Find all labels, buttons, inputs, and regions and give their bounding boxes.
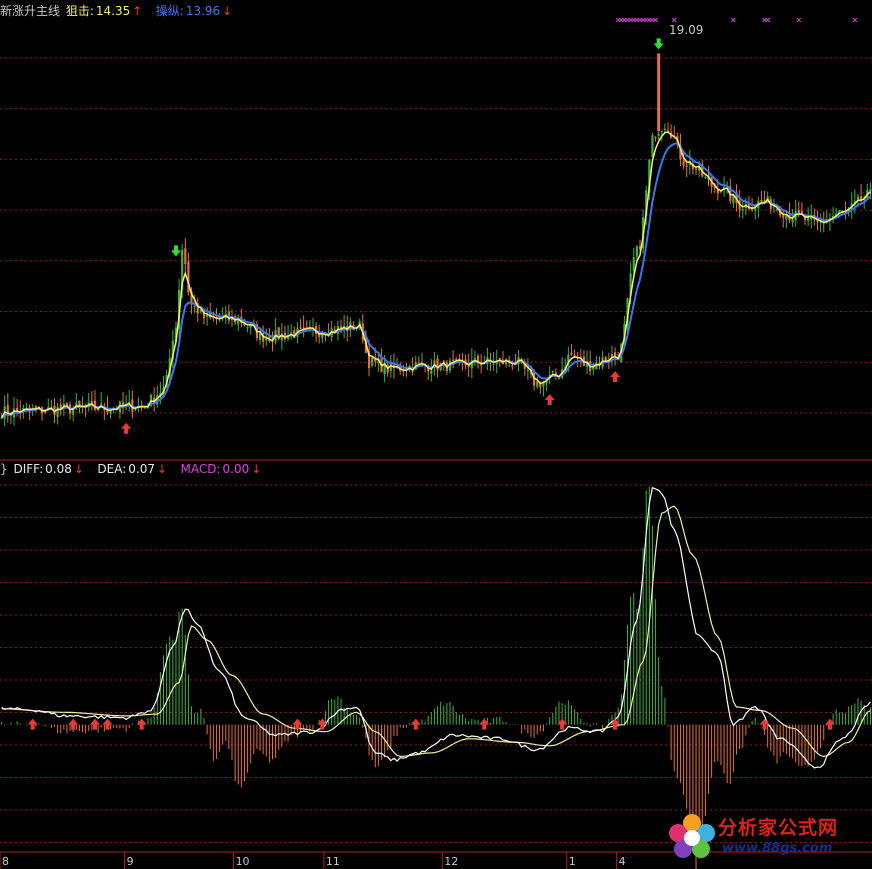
- price-candle-body: [819, 222, 822, 224]
- sell-signal-arrow: [653, 38, 664, 50]
- cross-marker: [852, 17, 858, 23]
- line1-label: 狙击:: [65, 4, 94, 18]
- price-candle-body: [704, 177, 707, 179]
- x-tick-label: 8: [2, 855, 9, 868]
- line1-arrow-icon: ↑: [132, 4, 143, 18]
- x-axis: 8 9 10 11 12 1 4: [0, 852, 626, 869]
- macd-buy-arrow: [136, 718, 147, 730]
- price-candle-body: [632, 257, 635, 272]
- cross-marker: [765, 17, 771, 23]
- price-candle-body: [299, 327, 302, 329]
- price-candle-body: [760, 199, 763, 202]
- price-candle-body: [663, 128, 666, 130]
- price-candle-body: [657, 133, 660, 136]
- sell-signal-arrow: [170, 245, 181, 257]
- x-tick-label: 1: [569, 855, 576, 868]
- x-tick-label: 12: [444, 855, 458, 868]
- price-candle-body: [526, 370, 529, 372]
- price-candle-body: [417, 362, 420, 364]
- price-candle-body: [551, 371, 554, 373]
- price-candle-body: [635, 246, 638, 257]
- watermark: 分析家公式网 www.88gs.com: [664, 811, 864, 863]
- cross-marker: [730, 17, 736, 23]
- dea-value: 0.07: [128, 462, 155, 476]
- price-candle-body: [134, 409, 137, 411]
- price-candle-body: [570, 352, 573, 355]
- x-tick-label: 9: [127, 855, 134, 868]
- buy-signal-arrow: [121, 422, 132, 434]
- line1-series: [0, 131, 871, 419]
- line2-series: [0, 142, 872, 419]
- line2-value: 13.96: [185, 4, 221, 18]
- line2-arrow-icon: ↓: [222, 4, 233, 18]
- price-candle-body: [573, 355, 576, 357]
- cross-marker: [796, 17, 802, 23]
- macd-settings-icon[interactable]: }: [0, 462, 8, 476]
- price-candles: [0, 122, 872, 427]
- price-candle-body: [651, 135, 654, 158]
- x-tick-label: 11: [326, 855, 340, 868]
- diff-label: DIFF:: [13, 462, 44, 476]
- dea-arrow-icon: ↓: [157, 462, 168, 476]
- macd-buy-arrow: [27, 718, 38, 730]
- price-candle-body: [246, 326, 249, 328]
- price-candle-body: [498, 358, 501, 360]
- price-candle-body: [302, 327, 305, 329]
- price-indicator-lines: [0, 131, 872, 419]
- watermark-name: 分析家公式网: [718, 817, 839, 839]
- price-candle-body: [218, 319, 221, 321]
- stock-chart: 8 9 10 11 12 1 4: [0, 17, 872, 869]
- buy-signal-arrow: [544, 393, 555, 405]
- dea-label: DEA:: [97, 462, 127, 476]
- price-candle-body: [660, 131, 663, 133]
- price-candle-body: [654, 136, 657, 138]
- peak-price-label: 19.09: [669, 23, 704, 37]
- macd-label: MACD:: [180, 462, 221, 476]
- line2-label: 操纵:: [155, 4, 184, 18]
- flower-logo-icon: [669, 814, 715, 858]
- price-candle-body: [430, 370, 433, 374]
- price-candle-body: [371, 357, 374, 366]
- price-signals: [121, 17, 858, 434]
- macd-legend: } DIFF: 0.08 ↓ DEA: 0.07 ↓ MACD: 0.00 ↓: [0, 462, 263, 476]
- watermark-url: www.88gs.com: [722, 841, 833, 856]
- macd-buy-arrow: [410, 718, 421, 730]
- price-candle-body: [56, 407, 59, 417]
- cross-marker: [653, 17, 658, 23]
- price-candle-body: [452, 359, 455, 361]
- price-candle-body: [557, 377, 561, 379]
- line1-value: 14.35: [95, 4, 131, 18]
- buy-signal-arrow: [610, 371, 621, 383]
- indicator-name: 新涨升主线: [0, 4, 61, 18]
- price-candle-body: [741, 209, 744, 211]
- macd-arrow-icon: ↓: [251, 462, 262, 476]
- price-candle-body: [184, 248, 187, 264]
- x-tick-label: 10: [236, 855, 250, 868]
- price-candle-body: [374, 359, 377, 362]
- price-candle-body: [694, 168, 698, 170]
- price-candle-body: [492, 363, 495, 365]
- diff-arrow-icon: ↓: [73, 462, 84, 476]
- price-candle-body: [613, 352, 617, 356]
- x-tick-label: 4: [619, 855, 626, 868]
- price-candle-body: [78, 401, 81, 406]
- price-candle-body: [682, 160, 685, 166]
- price-candle-body: [473, 357, 477, 360]
- price-candle-body: [797, 209, 800, 214]
- price-candle-body: [685, 165, 688, 167]
- grid-lines: [0, 57, 872, 853]
- price-candle-body: [536, 381, 539, 387]
- diff-value: 0.08: [45, 462, 72, 476]
- price-candle-body: [856, 196, 860, 200]
- peak-candle: [657, 53, 661, 132]
- price-candle-body: [90, 401, 93, 403]
- price-candle-body: [511, 365, 514, 367]
- cross-marker: [671, 17, 677, 23]
- price-candle-body: [869, 189, 872, 192]
- price-candle-body: [65, 403, 69, 405]
- macd-value: 0.00: [222, 462, 250, 476]
- price-candle-body: [791, 219, 794, 223]
- price-candle-body: [539, 384, 542, 388]
- top-legend: 新涨升主线 狙击: 14.35 ↑ 操纵: 13.96 ↓: [0, 2, 234, 19]
